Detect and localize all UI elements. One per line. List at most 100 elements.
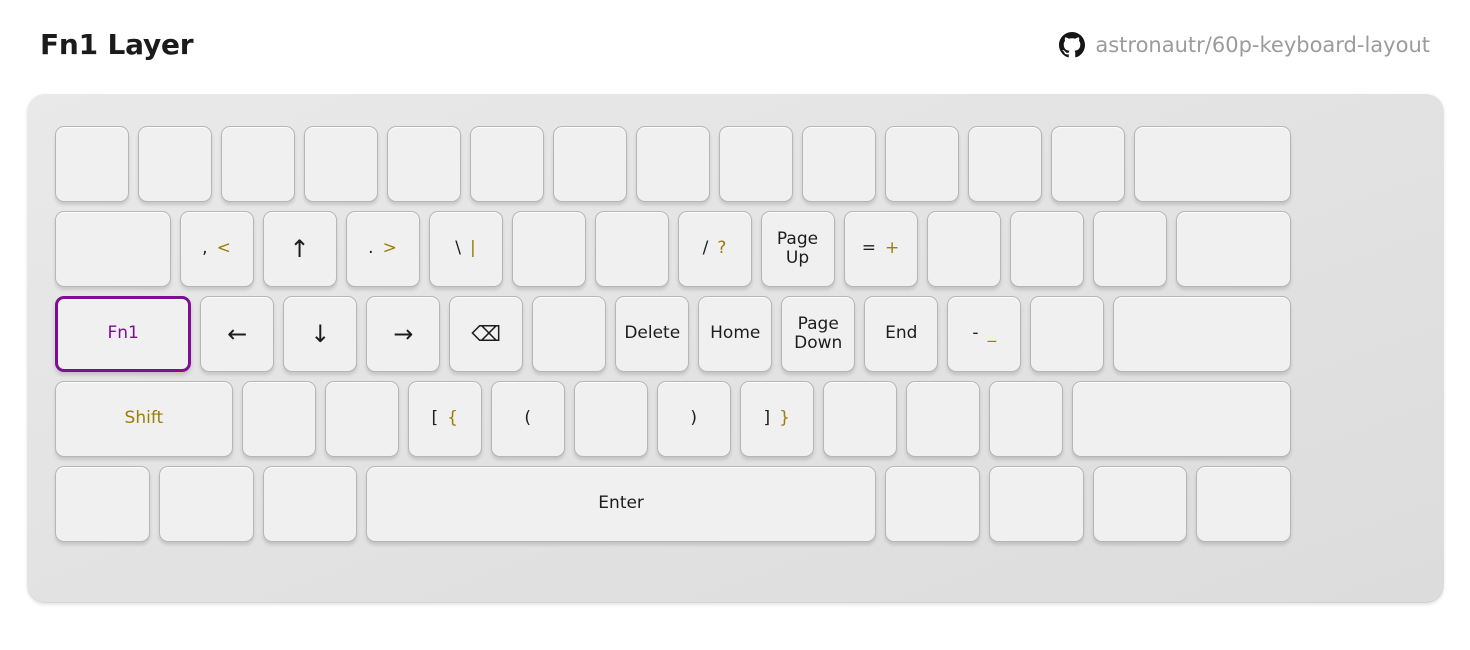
key-r3-7-delete[interactable]: Delete (615, 296, 690, 372)
key-r1-9-blank[interactable] (719, 126, 793, 202)
key-r1-5-blank[interactable] (387, 126, 461, 202)
key-r1-7-blank[interactable] (553, 126, 627, 202)
key-legend: . > (368, 239, 397, 258)
key-r4-1-shift[interactable]: Shift (55, 381, 233, 457)
key-r5-3-blank[interactable] (262, 466, 358, 542)
key-shift-legend: | (470, 238, 476, 259)
key-r3-9-page-down[interactable]: Page Down (781, 296, 856, 372)
key-word-line: Shift (124, 408, 164, 429)
key-r1-14-blank[interactable] (1134, 126, 1291, 202)
key-word-line: Home (710, 323, 761, 344)
key-r2-14-blank[interactable] (1175, 211, 1291, 287)
key-r3-1-fn1[interactable]: Fn1 (55, 296, 192, 372)
key-r1-11-blank[interactable] (885, 126, 959, 202)
key-shift-legend: { (447, 408, 458, 429)
key-base-legend: / (702, 238, 709, 259)
key-legend: ↓ (310, 322, 330, 346)
key-r2-6-blank[interactable] (511, 211, 586, 287)
key-r4-5-blank[interactable]: ( (490, 381, 565, 457)
key-r2-11-blank[interactable] (926, 211, 1001, 287)
key-legend: Home (710, 324, 760, 343)
key-r1-1-blank[interactable] (55, 126, 129, 202)
key-legend: Shift (125, 409, 164, 428)
keyboard-row-4: Shift[{()]} (55, 381, 1416, 457)
key-r2-1-blank[interactable] (55, 211, 171, 287)
key-shift-legend: + (885, 238, 900, 259)
key-r1-12-blank[interactable] (968, 126, 1042, 202)
key-r2-2-blank[interactable]: , < (179, 211, 254, 287)
key-r2-8-blank[interactable]: /? (677, 211, 752, 287)
key-base-legend: ) (690, 408, 698, 429)
github-icon (1059, 32, 1086, 58)
key-r1-4-blank[interactable] (304, 126, 378, 202)
key-legend: ↑ (289, 237, 309, 261)
key-legend: ⌫ (471, 323, 501, 345)
key-r2-12-blank[interactable] (1009, 211, 1084, 287)
key-r5-4-enter[interactable]: Enter (366, 466, 876, 542)
key-shift-legend: < (216, 238, 231, 259)
key-r4-9-blank[interactable] (822, 381, 897, 457)
key-r2-5-blank[interactable]: \ | (428, 211, 503, 287)
key-legend: ← (227, 322, 247, 346)
key-r5-2-blank[interactable] (158, 466, 254, 542)
key-r1-2-blank[interactable] (138, 126, 212, 202)
key-base-legend: \ (455, 238, 461, 259)
key-r3-2-arrow[interactable]: ← (200, 296, 275, 372)
key-legend: Fn1 (107, 324, 138, 343)
key-r3-12-blank[interactable] (1030, 296, 1105, 372)
arrow-icon: → (393, 320, 414, 348)
key-legend: Page Down (794, 314, 842, 353)
keyboard-row-5: Enter (55, 466, 1416, 542)
keyboard-row-2: , < ↑. > \ | /? Page Up = + (55, 211, 1416, 287)
key-r4-3-blank[interactable] (324, 381, 399, 457)
key-word-line: Enter (598, 493, 644, 514)
key-r3-3-arrow[interactable]: ↓ (283, 296, 358, 372)
key-base-legend: . (368, 238, 374, 259)
key-r3-5-backspace[interactable]: ⌫ (449, 296, 524, 372)
key-legend: ( (524, 409, 531, 428)
key-r2-3-arrow[interactable]: ↑ (262, 211, 337, 287)
key-legend: → (393, 322, 413, 346)
key-r4-4-blank[interactable]: [{ (407, 381, 482, 457)
key-legend: End (885, 324, 917, 343)
key-r3-8-home[interactable]: Home (698, 296, 773, 372)
key-r1-8-blank[interactable] (636, 126, 710, 202)
key-r1-6-blank[interactable] (470, 126, 544, 202)
key-r3-13-blank[interactable] (1113, 296, 1291, 372)
key-r2-9-page-up[interactable]: Page Up (760, 211, 835, 287)
key-r5-1-blank[interactable] (55, 466, 150, 542)
key-legend: \ | (455, 239, 475, 258)
key-r3-6-blank[interactable] (532, 296, 607, 372)
github-repo-label: astronautr/60p-keyboard-layout (1095, 32, 1430, 57)
key-r4-2-blank[interactable] (241, 381, 316, 457)
keyboard-case: , < ↑. > \ | /? Page Up = + Fn1 ← ↓ → ⌫ Delete Home Page Do… (27, 93, 1444, 603)
key-r1-10-blank[interactable] (802, 126, 876, 202)
key-r5-5-blank[interactable] (885, 466, 980, 542)
key-r2-4-blank[interactable]: . > (345, 211, 420, 287)
key-r4-8-blank[interactable]: ]} (739, 381, 814, 457)
key-r4-10-blank[interactable] (905, 381, 980, 457)
key-r1-3-blank[interactable] (221, 126, 295, 202)
key-r4-11-blank[interactable] (988, 381, 1063, 457)
key-r1-13-blank[interactable] (1051, 126, 1125, 202)
key-shift-legend: _ (987, 323, 997, 344)
key-r2-13-blank[interactable] (1092, 211, 1167, 287)
github-repo-link[interactable]: astronautr/60p-keyboard-layout (1059, 32, 1430, 58)
key-r4-12-blank[interactable] (1071, 381, 1291, 457)
key-r5-6-blank[interactable] (988, 466, 1084, 542)
key-r3-4-arrow[interactable]: → (366, 296, 441, 372)
key-base-legend: [ (431, 408, 439, 429)
key-legend: ) (690, 409, 697, 428)
keyboard-rows: , < ↑. > \ | /? Page Up = + Fn1 ← ↓ → ⌫ Delete Home Page Do… (55, 126, 1416, 542)
key-legend: Enter (598, 494, 644, 513)
key-r5-8-blank[interactable] (1196, 466, 1291, 542)
key-r3-10-end[interactable]: End (864, 296, 939, 372)
key-r3-11-blank[interactable]: - _ (947, 296, 1022, 372)
key-r4-7-blank[interactable]: ) (656, 381, 731, 457)
key-r2-10-blank[interactable]: = + (843, 211, 918, 287)
key-legend: Delete (624, 324, 680, 343)
keyboard-row-3: Fn1 ← ↓ → ⌫ Delete Home Page Down End - _ (55, 296, 1416, 372)
key-r4-6-blank[interactable] (573, 381, 648, 457)
key-r5-7-blank[interactable] (1092, 466, 1188, 542)
key-r2-7-blank[interactable] (594, 211, 669, 287)
